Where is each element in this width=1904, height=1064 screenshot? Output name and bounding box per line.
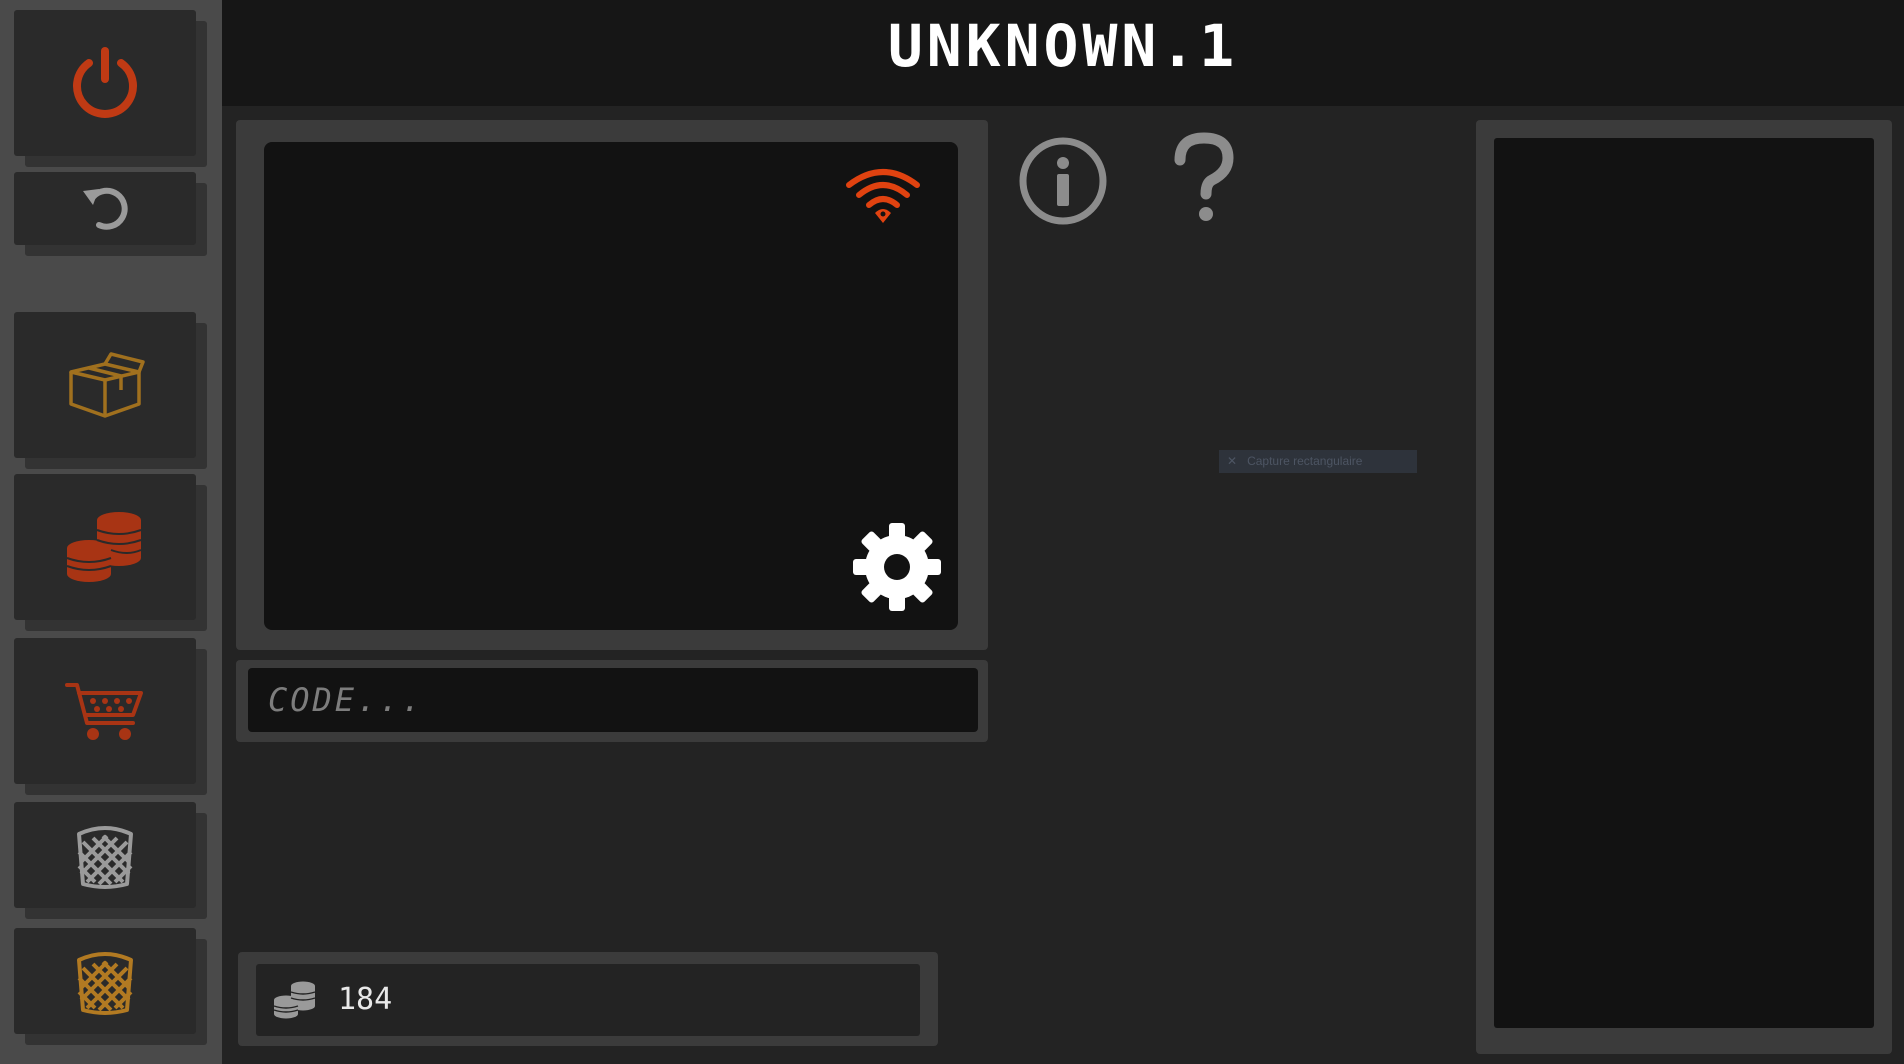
- side-panel: [1476, 120, 1892, 1054]
- shop-button[interactable]: [14, 638, 207, 795]
- trash-icon: [77, 952, 133, 1015]
- trash-icon: [77, 826, 133, 889]
- capture-tooltip: ✕ Capture rectangulaire: [1219, 450, 1417, 473]
- page-title: UNKNOWN.1: [887, 12, 1239, 80]
- cart-icon: [65, 683, 143, 740]
- capture-tooltip-text: Capture rectangulaire: [1247, 454, 1363, 468]
- info-icon[interactable]: [1018, 136, 1108, 226]
- coins-icon: [273, 981, 316, 1019]
- coin-panel: 184: [238, 952, 938, 1046]
- close-icon: ✕: [1227, 454, 1238, 468]
- code-panel: [236, 660, 988, 742]
- code-input[interactable]: [248, 668, 978, 732]
- trash-button-gray[interactable]: [14, 802, 207, 919]
- coins-icon: [66, 512, 142, 582]
- coin-count: 184: [338, 982, 393, 1017]
- power-button[interactable]: [14, 10, 207, 167]
- power-icon: [73, 47, 137, 118]
- undo-icon: [83, 187, 128, 230]
- settings-gear-icon[interactable]: [853, 523, 941, 611]
- help-icon[interactable]: [1168, 132, 1240, 224]
- side-panel-display: [1494, 138, 1874, 1028]
- undo-button[interactable]: [14, 172, 207, 256]
- coin-display: 184: [256, 964, 920, 1036]
- inventory-button[interactable]: [14, 312, 207, 469]
- trash-button-gold[interactable]: [14, 928, 207, 1045]
- box-icon: [69, 352, 145, 418]
- wifi-icon[interactable]: [845, 165, 921, 227]
- title-bar: UNKNOWN.1: [222, 0, 1904, 106]
- sidebar: [0, 0, 222, 1064]
- coins-button[interactable]: [14, 474, 207, 631]
